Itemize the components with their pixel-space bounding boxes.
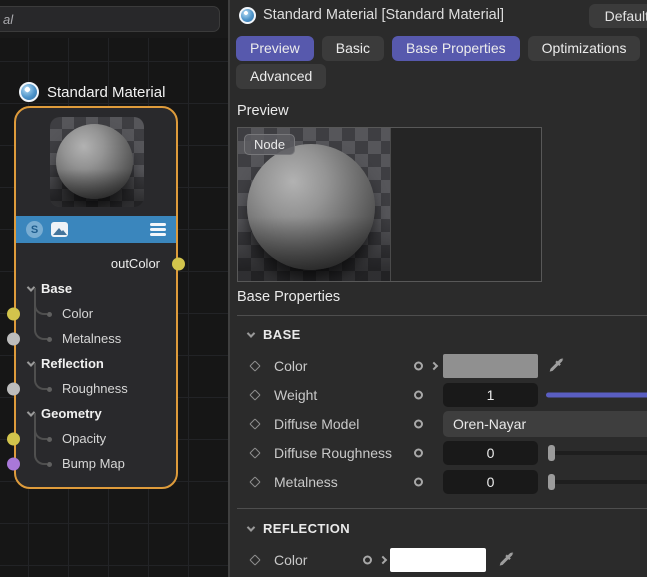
row-base-color: Color — [230, 351, 647, 380]
group-base-title: BASE — [263, 327, 301, 342]
chevron-right-icon[interactable] — [379, 555, 387, 563]
input-opacity-label: Opacity — [62, 431, 106, 446]
diffuse-roughness-slider-track[interactable] — [553, 451, 647, 455]
out-color-port[interactable] — [172, 257, 185, 270]
tab-base-properties[interactable]: Base Properties — [392, 36, 520, 61]
out-color-row: outColor — [16, 251, 176, 276]
thumbnail-shading — [50, 117, 144, 207]
group-reflection-label: Reflection — [41, 356, 104, 371]
input-roughness-row: Roughness — [16, 376, 176, 401]
input-metalness-row: Metalness — [16, 326, 176, 351]
inspector-title: Standard Material [Standard Material] — [263, 7, 504, 23]
port-circle-icon[interactable] — [414, 419, 423, 428]
metalness-label: Metalness — [274, 474, 338, 490]
node-port-list: outColor Base Color Metalness — [16, 251, 176, 476]
image-icon — [51, 222, 68, 237]
group-reflection-title: REFLECTION — [263, 521, 350, 536]
tab-bar-row2: Advanced — [236, 64, 326, 89]
input-opacity-port[interactable] — [7, 432, 20, 445]
tree-branch — [34, 288, 47, 340]
row-diffuse-model: Diffuse Model Oren-Nayar — [230, 409, 647, 438]
material-ball-icon — [239, 7, 256, 24]
input-color-label: Color — [62, 306, 93, 321]
diffuse-roughness-label: Diffuse Roughness — [274, 445, 392, 461]
diffuse-roughness-value-field[interactable]: 0 — [443, 441, 538, 465]
tree-branch — [34, 413, 47, 465]
default-button[interactable]: Default — [589, 4, 647, 28]
port-circle-icon[interactable] — [414, 477, 423, 486]
material-ball-icon — [19, 82, 39, 102]
reflection-color-label: Color — [274, 552, 307, 568]
node-title-label: Standard Material — [47, 84, 165, 101]
port-circle-icon[interactable] — [414, 361, 423, 370]
weight-label: Weight — [274, 387, 317, 403]
node-editor-window: Standard Material S outColor — [0, 0, 647, 577]
preview-node-badge: Node — [244, 134, 295, 155]
out-color-label: outColor — [111, 256, 160, 271]
input-bumpmap-row: Bump Map — [16, 451, 176, 476]
keyframe-diamond-icon[interactable] — [249, 476, 260, 487]
diffuse-model-label: Diffuse Model — [274, 416, 359, 432]
row-metalness: Metalness 0 — [230, 467, 647, 496]
standard-material-node[interactable]: S outColor Base Co — [14, 106, 178, 489]
diffuse-roughness-slider-handle[interactable] — [548, 445, 555, 461]
keyframe-diamond-icon[interactable] — [249, 447, 260, 458]
shader-badge-icon: S — [26, 221, 43, 238]
row-base-weight: Weight 1 — [230, 380, 647, 409]
eyedropper-icon[interactable] — [498, 551, 516, 569]
group-header-base[interactable]: BASE — [248, 327, 301, 342]
input-bumpmap-port[interactable] — [7, 457, 20, 470]
node-menu-icon[interactable] — [150, 223, 166, 236]
node-title[interactable]: Standard Material — [19, 82, 165, 102]
chevron-down-icon[interactable] — [247, 329, 255, 337]
chevron-right-icon[interactable] — [430, 361, 438, 369]
input-color-port[interactable] — [7, 307, 20, 320]
row-diffuse-roughness: Diffuse Roughness 0 — [230, 438, 647, 467]
inspector-header: Standard Material [Standard Material] De… — [230, 0, 647, 32]
input-bumpmap-label: Bump Map — [62, 456, 125, 471]
diffuse-model-dropdown[interactable]: Oren-Nayar — [443, 411, 647, 437]
search-input[interactable] — [0, 6, 220, 32]
base-color-label: Color — [274, 358, 307, 374]
tab-basic[interactable]: Basic — [322, 36, 384, 61]
input-roughness-label: Roughness — [62, 381, 128, 396]
port-circle-icon[interactable] — [363, 555, 372, 564]
eyedropper-icon[interactable] — [548, 357, 566, 375]
metalness-slider-handle[interactable] — [548, 474, 555, 490]
port-circle-icon[interactable] — [414, 448, 423, 457]
node-graph-canvas[interactable]: Standard Material S outColor — [0, 0, 228, 577]
input-metalness-label: Metalness — [62, 331, 121, 346]
keyframe-diamond-icon[interactable] — [249, 418, 260, 429]
chevron-down-icon[interactable] — [247, 523, 255, 531]
tab-preview[interactable]: Preview — [236, 36, 314, 61]
divider — [237, 315, 647, 316]
preview-section-title: Preview — [237, 103, 289, 119]
metalness-slider-track[interactable] — [553, 480, 647, 484]
group-geometry-label: Geometry — [41, 406, 102, 421]
preview-viewport: Node — [237, 127, 542, 282]
base-properties-section-title: Base Properties — [237, 289, 340, 305]
weight-slider[interactable] — [546, 392, 647, 397]
weight-value-field[interactable]: 1 — [443, 383, 538, 407]
keyframe-diamond-icon[interactable] — [249, 389, 260, 400]
keyframe-diamond-icon[interactable] — [249, 554, 260, 565]
tab-bar: Preview Basic Base Properties Optimizati… — [236, 36, 640, 61]
base-color-swatch[interactable] — [443, 354, 538, 378]
preview-render: Node — [238, 128, 391, 281]
metalness-value-field[interactable]: 0 — [443, 470, 538, 494]
attribute-inspector-panel: Standard Material [Standard Material] De… — [228, 0, 647, 577]
tab-advanced[interactable]: Advanced — [236, 64, 326, 89]
tree-branch — [34, 363, 47, 390]
input-metalness-port[interactable] — [7, 332, 20, 345]
divider — [237, 508, 647, 509]
node-material-preview — [50, 117, 144, 207]
row-reflection-color: Color — [230, 545, 647, 574]
keyframe-diamond-icon[interactable] — [249, 360, 260, 371]
input-roughness-port[interactable] — [7, 382, 20, 395]
tab-optimizations[interactable]: Optimizations — [528, 36, 641, 61]
port-circle-icon[interactable] — [414, 390, 423, 399]
reflection-color-swatch[interactable] — [390, 548, 486, 572]
node-header-bar: S — [16, 216, 176, 243]
group-header-reflection[interactable]: REFLECTION — [248, 521, 350, 536]
